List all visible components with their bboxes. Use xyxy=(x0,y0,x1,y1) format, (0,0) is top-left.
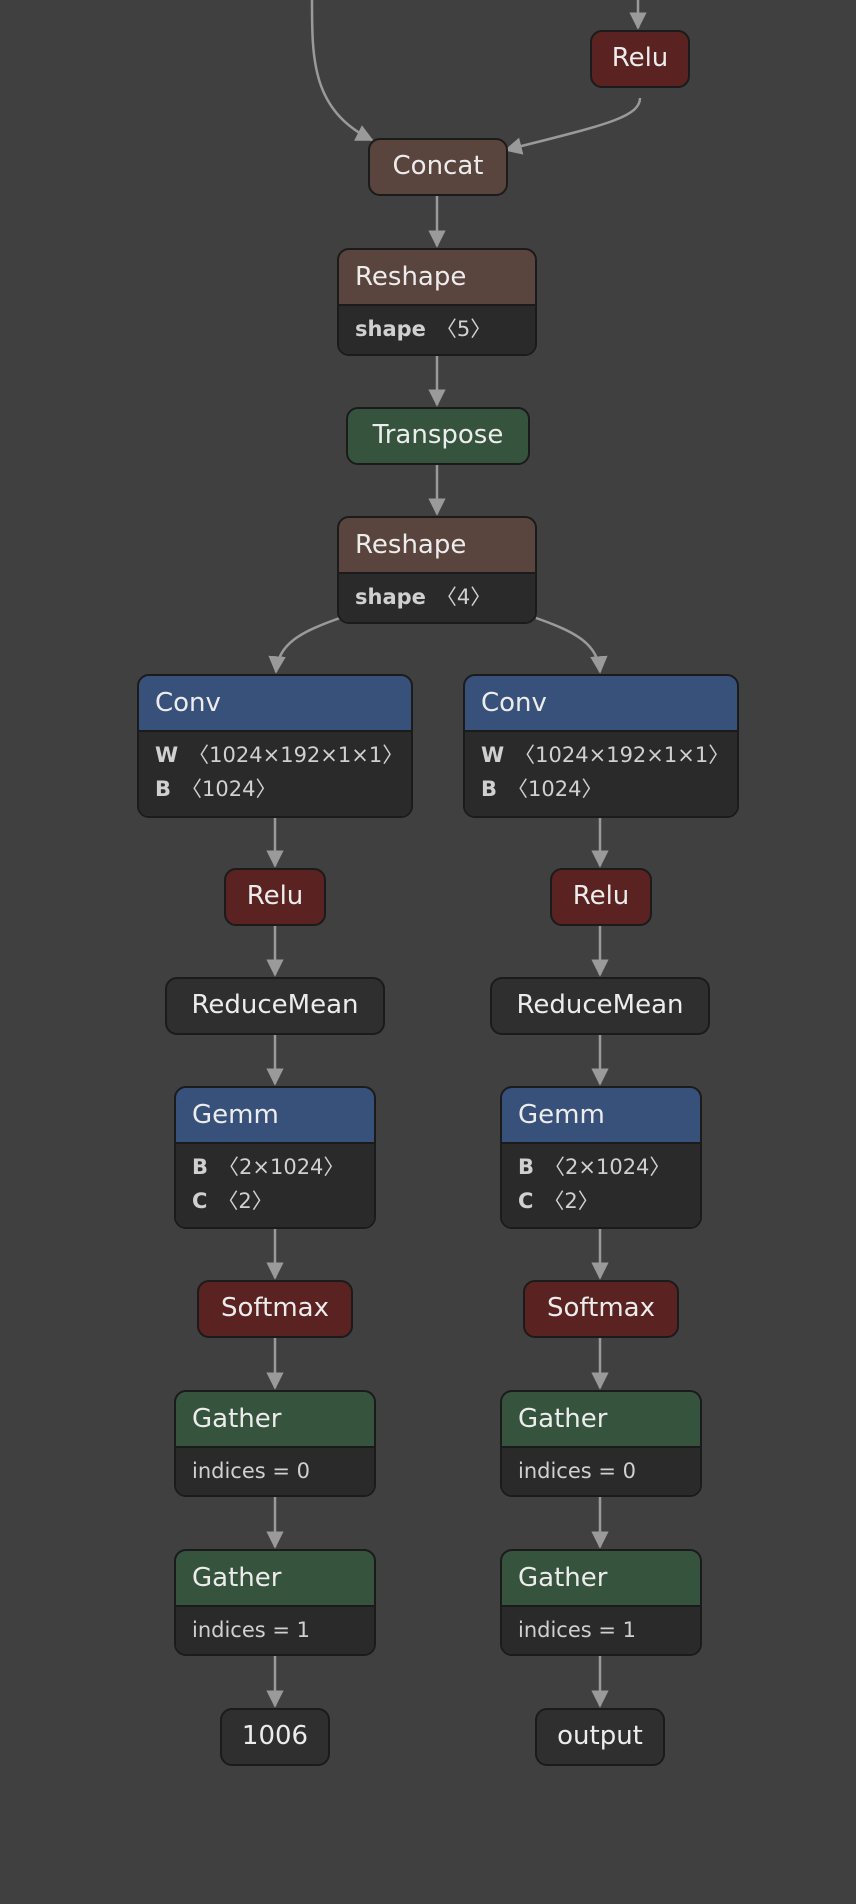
node-label: 1006 xyxy=(241,1721,309,1751)
node-label: Gather xyxy=(192,1404,282,1434)
node-relu-right[interactable]: Relu xyxy=(550,868,652,926)
node-attributes: indices = 1 xyxy=(502,1605,700,1654)
node-label: Gather xyxy=(192,1563,282,1593)
node-attributes: B 〈2×1024〉 C 〈2〉 xyxy=(502,1142,700,1227)
edge-left-input-to-concat xyxy=(310,0,374,142)
node-attributes: W 〈1024×192×1×1〉 B 〈1024〉 xyxy=(465,730,737,816)
edge-reshape2-to-left-conv xyxy=(268,616,341,674)
node-label: Relu xyxy=(572,881,630,911)
node-attributes: shape 〈4〉 xyxy=(339,572,535,622)
node-conv-right[interactable]: Conv W 〈1024×192×1×1〉 B 〈1024〉 xyxy=(463,674,739,818)
attr-b: B 〈2×1024〉 xyxy=(518,1155,671,1179)
node-attributes: indices = 1 xyxy=(176,1605,374,1654)
node-label: Reshape xyxy=(355,530,467,560)
node-label: Gather xyxy=(518,1563,608,1593)
node-label: ReduceMean xyxy=(516,990,684,1020)
node-relu-top[interactable]: Relu xyxy=(590,30,690,88)
node-reducemean-right[interactable]: ReduceMean xyxy=(490,977,710,1035)
node-reshape-1[interactable]: Reshape shape 〈5〉 xyxy=(337,248,537,356)
node-attributes: shape 〈5〉 xyxy=(339,304,535,354)
node-label: Transpose xyxy=(372,420,504,450)
attr-shape: shape 〈4〉 xyxy=(355,585,492,609)
node-attributes: indices = 0 xyxy=(176,1446,374,1495)
node-label: Gemm xyxy=(518,1100,605,1130)
node-gather-left-1[interactable]: Gather indices = 0 xyxy=(174,1390,376,1497)
node-label: ReduceMean xyxy=(191,990,359,1020)
node-attributes: indices = 0 xyxy=(502,1446,700,1495)
node-label: Concat xyxy=(392,151,484,181)
node-relu-left[interactable]: Relu xyxy=(224,868,326,926)
attr-b: B 〈1024〉 xyxy=(481,777,603,801)
node-conv-left[interactable]: Conv W 〈1024×192×1×1〉 B 〈1024〉 xyxy=(137,674,413,818)
edge-reshape2-to-right-conv xyxy=(535,616,608,674)
node-output-1006[interactable]: 1006 xyxy=(220,1708,330,1766)
node-softmax-left[interactable]: Softmax xyxy=(197,1280,353,1338)
node-gather-left-2[interactable]: Gather indices = 1 xyxy=(174,1549,376,1656)
attr-shape: shape 〈5〉 xyxy=(355,317,492,341)
edge-relu-top-to-concat xyxy=(504,97,642,155)
node-concat[interactable]: Concat xyxy=(368,138,508,196)
attr-w: W 〈1024×192×1×1〉 xyxy=(481,743,730,767)
attr-b: B 〈1024〉 xyxy=(155,777,277,801)
node-gather-right-1[interactable]: Gather indices = 0 xyxy=(500,1390,702,1497)
attr-indices: indices = 0 xyxy=(518,1459,637,1483)
node-transpose[interactable]: Transpose xyxy=(346,407,530,465)
node-gemm-left[interactable]: Gemm B 〈2×1024〉 C 〈2〉 xyxy=(174,1086,376,1229)
node-label: Gemm xyxy=(192,1100,279,1130)
node-label: Softmax xyxy=(221,1293,329,1323)
attr-c: C 〈2〉 xyxy=(518,1189,599,1213)
node-gemm-right[interactable]: Gemm B 〈2×1024〉 C 〈2〉 xyxy=(500,1086,702,1229)
attr-indices: indices = 1 xyxy=(192,1618,311,1642)
node-label: Conv xyxy=(155,688,221,718)
node-label: Reshape xyxy=(355,262,467,292)
node-gather-right-2[interactable]: Gather indices = 1 xyxy=(500,1549,702,1656)
node-attributes: B 〈2×1024〉 C 〈2〉 xyxy=(176,1142,374,1227)
attr-indices: indices = 1 xyxy=(518,1618,637,1642)
node-label: Conv xyxy=(481,688,547,718)
node-reducemean-left[interactable]: ReduceMean xyxy=(165,977,385,1035)
node-output[interactable]: output xyxy=(535,1708,665,1766)
node-label: Relu xyxy=(246,881,304,911)
node-reshape-2[interactable]: Reshape shape 〈4〉 xyxy=(337,516,537,624)
attr-b: B 〈2×1024〉 xyxy=(192,1155,345,1179)
node-attributes: W 〈1024×192×1×1〉 B 〈1024〉 xyxy=(139,730,411,816)
node-label: Softmax xyxy=(547,1293,655,1323)
attr-w: W 〈1024×192×1×1〉 xyxy=(155,743,404,767)
attr-indices: indices = 0 xyxy=(192,1459,311,1483)
node-label: output xyxy=(557,1721,643,1751)
node-softmax-right[interactable]: Softmax xyxy=(523,1280,679,1338)
node-label: Gather xyxy=(518,1404,608,1434)
attr-c: C 〈2〉 xyxy=(192,1189,273,1213)
node-label: Relu xyxy=(611,43,669,73)
